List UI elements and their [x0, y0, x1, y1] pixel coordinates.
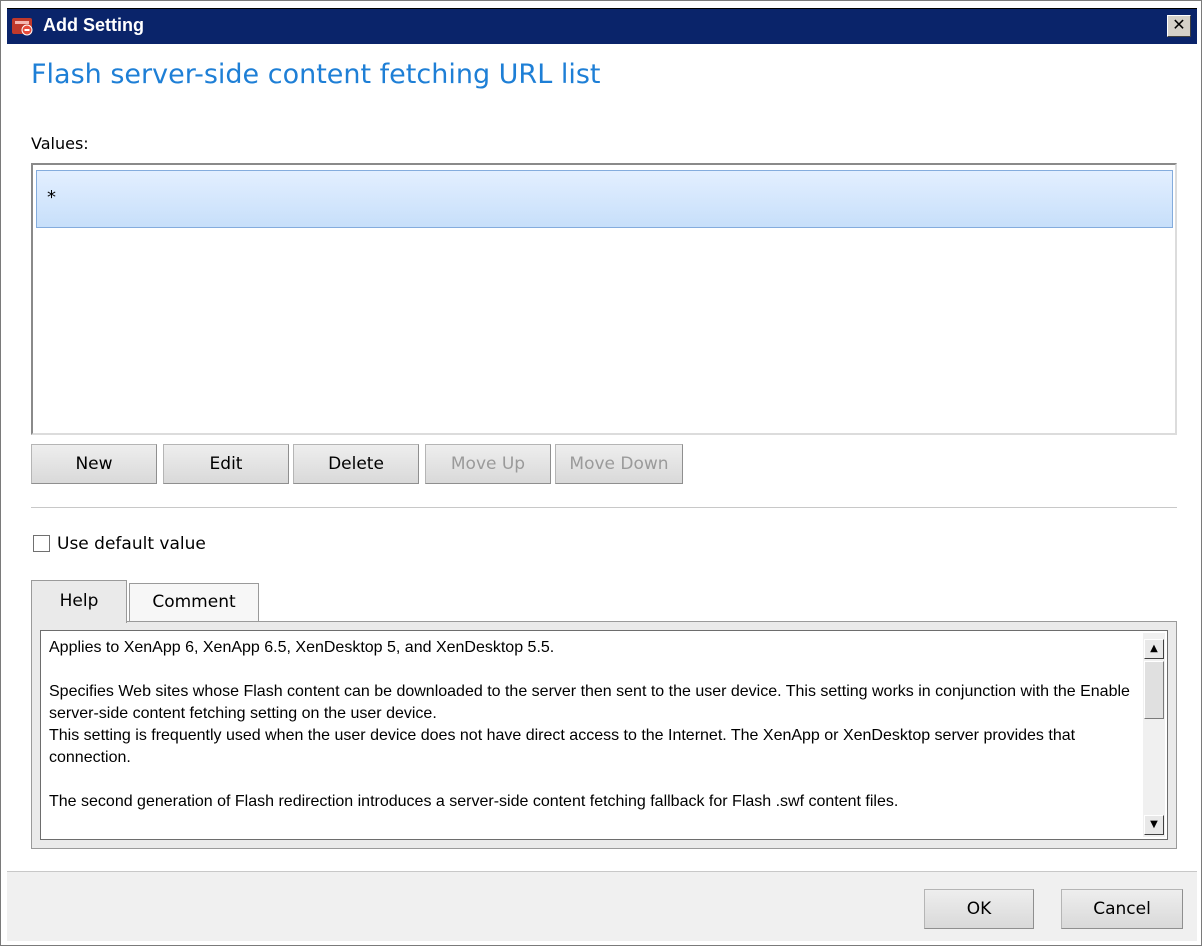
separator: [31, 507, 1177, 509]
scroll-up-arrow-icon[interactable]: ▲: [1144, 639, 1164, 659]
delete-button[interactable]: Delete: [293, 444, 419, 484]
move-up-button[interactable]: Move Up: [425, 444, 551, 484]
move-down-button[interactable]: Move Down: [555, 444, 683, 484]
help-paragraph: The second generation of Flash redirecti…: [49, 793, 899, 810]
tab-help[interactable]: Help: [31, 580, 127, 623]
citrix-policy-icon: [12, 18, 33, 36]
list-item[interactable]: *: [36, 170, 1173, 228]
edit-button[interactable]: Edit: [163, 444, 289, 484]
title-bar[interactable]: Add Setting ✕: [7, 8, 1197, 44]
new-button[interactable]: New: [31, 444, 157, 484]
help-paragraph: Specifies Web sites whose Flash content …: [49, 683, 1130, 766]
close-icon[interactable]: ✕: [1167, 15, 1191, 37]
scrollbar-thumb[interactable]: [1144, 661, 1164, 719]
use-default-label: Use default value: [57, 534, 206, 554]
ok-button[interactable]: OK: [924, 889, 1034, 929]
window-title: Add Setting: [43, 15, 144, 35]
values-list[interactable]: *: [31, 163, 1177, 435]
add-setting-dialog: Add Setting ✕ Flash server-side content …: [0, 0, 1202, 946]
help-text: Applies to XenApp 6, XenApp 6.5, XenDesk…: [49, 637, 1137, 835]
use-default-checkbox[interactable]: [33, 535, 50, 552]
scroll-down-arrow-icon[interactable]: ▼: [1144, 815, 1164, 835]
help-tab-panel: Applies to XenApp 6, XenApp 6.5, XenDesk…: [31, 621, 1177, 849]
tab-comment[interactable]: Comment: [129, 583, 259, 621]
values-label: Values:: [31, 134, 89, 153]
help-text-box[interactable]: Applies to XenApp 6, XenApp 6.5, XenDesk…: [40, 630, 1168, 840]
help-paragraph: Applies to XenApp 6, XenApp 6.5, XenDesk…: [49, 639, 555, 656]
cancel-button[interactable]: Cancel: [1061, 889, 1183, 929]
help-scrollbar[interactable]: ▲ ▼: [1143, 633, 1165, 837]
setting-heading: Flash server-side content fetching URL l…: [31, 59, 601, 90]
dialog-footer: OK Cancel: [7, 871, 1197, 941]
